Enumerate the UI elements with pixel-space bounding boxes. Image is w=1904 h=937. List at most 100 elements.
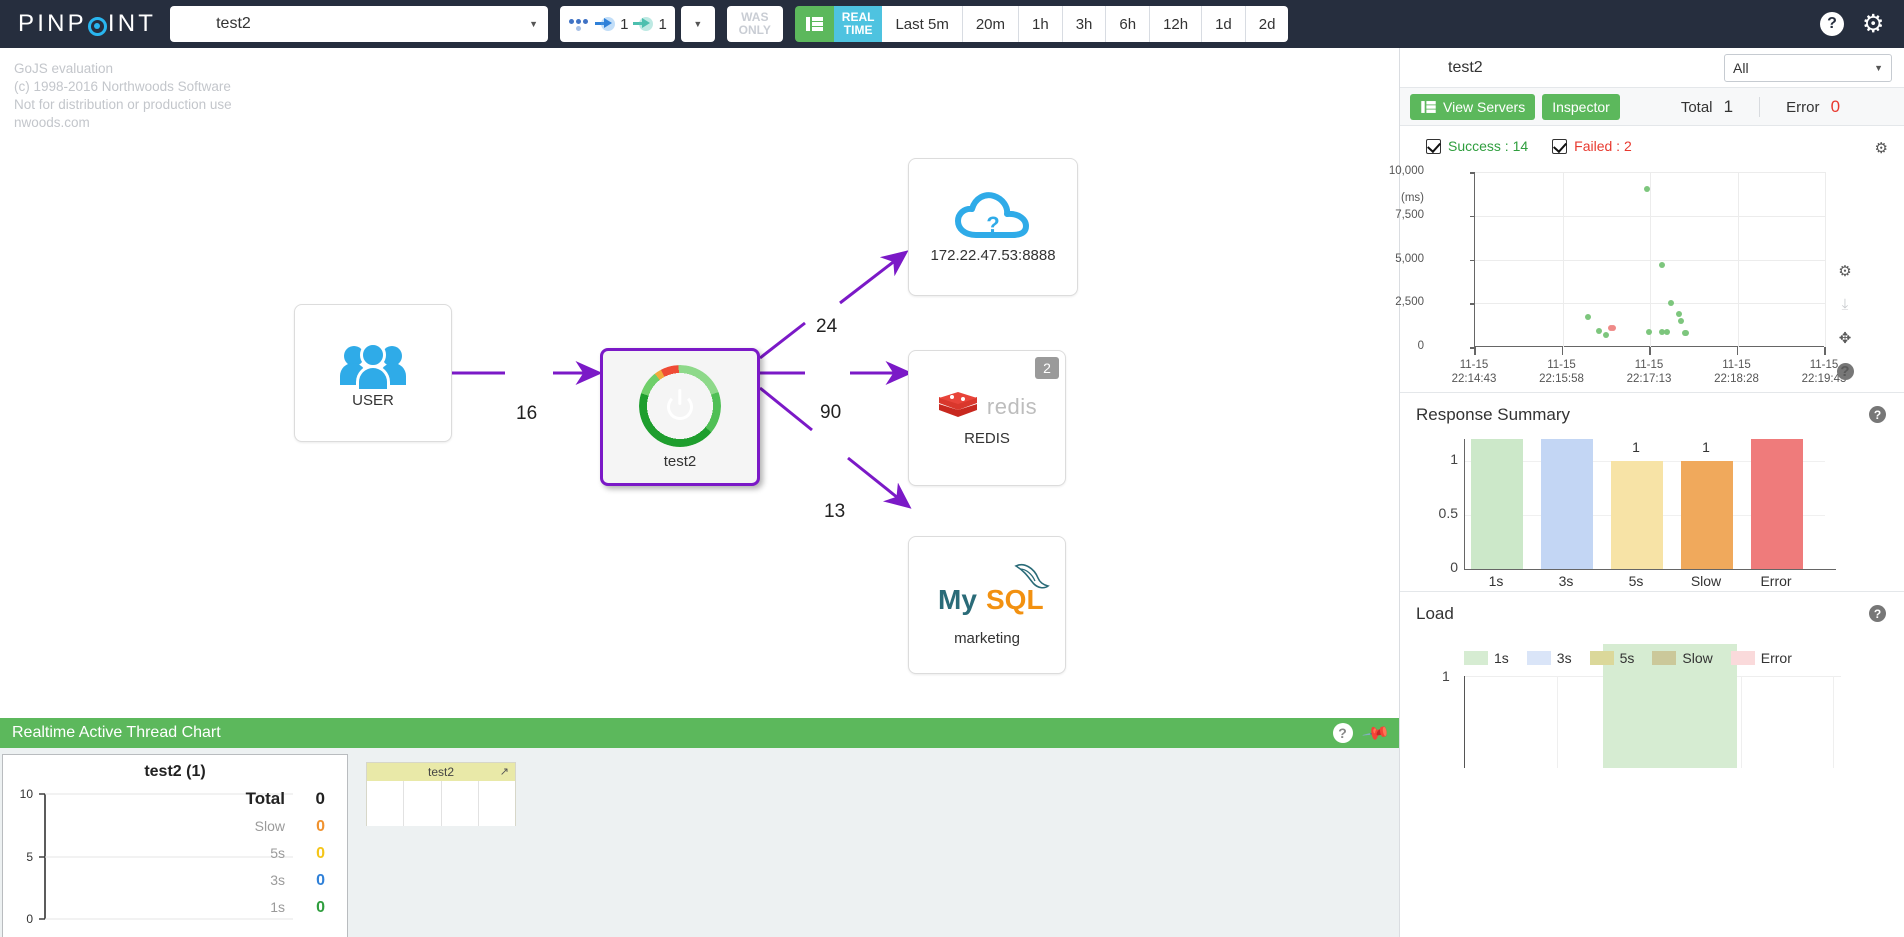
totals-group: Total 1 Error 0 [1655, 96, 1866, 117]
response-summary-y-tick: 1 [1450, 450, 1458, 467]
response-summary-bar-error[interactable] [1751, 439, 1803, 569]
springboot-hexagon-icon [180, 10, 206, 39]
response-summary-x-label: Error [1760, 573, 1792, 589]
time-range-12h[interactable]: 12h [1150, 6, 1203, 42]
thread-stat-label-3s: 3s [270, 872, 285, 888]
map-node-test2-label: test2 [663, 452, 697, 470]
brand-text-right: INT [107, 10, 157, 37]
svg-text:5: 5 [26, 850, 33, 864]
checkbox-failed-icon[interactable] [1552, 138, 1568, 154]
map-node-user[interactable]: USER [294, 304, 452, 442]
load-legend-label-5s[interactable]: 5s [1620, 650, 1635, 666]
response-summary-bar-slow[interactable] [1681, 460, 1733, 569]
load-legend-label-3s[interactable]: 3s [1557, 650, 1572, 666]
realtime-thread-panel-header: Realtime Active Thread Chart ? 📌 [0, 718, 1399, 748]
scatter-point-success[interactable] [1646, 329, 1653, 336]
node-count-dropdown-button[interactable]: ▼ [680, 6, 715, 42]
scatter-point-success[interactable] [1677, 318, 1684, 325]
thread-mini-table[interactable]: test2 ↗ [366, 762, 516, 826]
scatter-point-success[interactable] [1643, 185, 1650, 192]
time-range-1h[interactable]: 1h [1019, 6, 1063, 42]
top-navigation-bar: PINP INT test2 ▼ 1 1 ▼ WAS ONLY REAL TIM… [0, 0, 1904, 48]
scatter-gridline [1825, 172, 1826, 347]
response-summary-bar-3s[interactable] [1541, 439, 1593, 569]
scatter-point-failed[interactable] [1609, 325, 1616, 332]
scatter-point-success[interactable] [1683, 330, 1690, 337]
brand-logo[interactable]: PINP INT [0, 10, 170, 38]
realtime-button[interactable]: REAL TIME [833, 6, 883, 42]
response-summary-chart[interactable]: 1 0.5 0 1s 3s 1 5s 1 Slow Error [1400, 431, 1860, 591]
scatter-point-success[interactable] [1675, 311, 1682, 318]
outbound-arrow-icon [633, 17, 654, 31]
question-circle-icon[interactable]: ? [1869, 406, 1886, 423]
gear-icon[interactable]: ⚙ [1838, 262, 1851, 280]
gear-icon[interactable] [1862, 12, 1886, 36]
scatter-x-tick-time: 22:15:58 [1539, 373, 1584, 385]
application-selector-value: test2 [216, 15, 251, 32]
thread-stat-label-total: Total [245, 789, 285, 808]
legend-failed[interactable]: Failed : 2 [1552, 138, 1632, 154]
grid-view-button[interactable] [794, 6, 834, 42]
map-node-unknown-label: 172.22.47.53:8888 [930, 246, 1056, 264]
load-y-tick: 1 [1442, 668, 1450, 684]
springboot-hexagon-icon [1412, 54, 1436, 81]
scatter-point-success[interactable] [1603, 331, 1610, 338]
help-icon[interactable]: ? [1820, 12, 1844, 36]
users-icon [340, 338, 406, 389]
scatter-x-tick-date: 11-15 [1547, 359, 1576, 371]
application-selector[interactable]: test2 ▼ [170, 6, 549, 42]
thread-mini-cell [479, 781, 515, 826]
time-range-2d[interactable]: 2d [1245, 6, 1289, 42]
response-scatter-chart[interactable]: 10,000 7,500 5,000 2,500 0 (ms) 11-15 22:14:43 1… [1389, 162, 1860, 392]
gear-icon[interactable]: ⚙ [1875, 139, 1888, 157]
time-range-20m[interactable]: 20m [962, 6, 1019, 42]
realtime-thread-panel-actions: ? 📌 [1332, 718, 1391, 747]
download-icon[interactable]: ⤓ [1842, 296, 1849, 313]
springboot-gauge-icon [639, 364, 721, 447]
load-chart[interactable]: 1s 3s 5s Slow Error 1 [1400, 628, 1860, 768]
thread-stat-label-1s: 1s [270, 899, 285, 915]
scatter-x-tick: 11-15 22:15:58 [1522, 358, 1602, 386]
pin-icon[interactable]: 📌 [1361, 718, 1391, 748]
response-summary-bar-1s[interactable] [1471, 439, 1523, 569]
time-range-3h[interactable]: 3h [1062, 6, 1107, 42]
view-servers-button[interactable]: View Servers [1410, 93, 1536, 120]
node-count-indicator[interactable]: 1 1 [560, 6, 675, 42]
checkbox-success-icon[interactable] [1426, 138, 1441, 154]
map-node-mysql-label: marketing [954, 629, 1020, 647]
inspector-button[interactable]: Inspector [1542, 93, 1620, 120]
error-cell: Error 0 [1760, 97, 1866, 117]
scatter-gridline [1737, 172, 1739, 347]
external-link-icon[interactable]: ↗ [500, 765, 509, 778]
scatter-point-success[interactable] [1596, 327, 1603, 334]
time-range-1d[interactable]: 1d [1202, 6, 1246, 42]
was-only-toggle[interactable]: WAS ONLY [726, 6, 783, 42]
grid-icon [1421, 100, 1436, 113]
realtime-thread-panel-body: test2 (1) 10 5 0 Total 0 Slow 0 5s 0 3s … [0, 748, 1399, 937]
map-node-redis[interactable]: 2 redis REDIS [908, 350, 1066, 486]
scatter-point-success[interactable] [1663, 328, 1670, 335]
scatter-point-success[interactable] [1668, 299, 1674, 306]
load-legend-label-1s[interactable]: 1s [1494, 650, 1509, 666]
map-node-mysql[interactable]: My SQL marketing [908, 536, 1066, 674]
map-node-test2[interactable]: test2 [600, 348, 760, 486]
load-legend-label-error[interactable]: Error [1761, 650, 1792, 666]
map-node-unknown[interactable]: ? 172.22.47.53:8888 [908, 158, 1078, 296]
thread-chart-card[interactable]: test2 (1) 10 5 0 Total 0 Slow 0 5s 0 3s … [2, 754, 348, 937]
time-range-last5m[interactable]: Last 5m [882, 6, 963, 42]
expand-icon[interactable]: ✥ [1839, 329, 1852, 347]
side-panel-app-name: test2 [1448, 58, 1483, 76]
scatter-point-success[interactable] [1584, 314, 1591, 321]
redis-logo-icon: redis [937, 390, 1037, 424]
realtime-thread-panel-title: Realtime Active Thread Chart [12, 724, 221, 741]
question-circle-icon[interactable]: ? [1869, 605, 1886, 622]
response-summary-bar-5s[interactable] [1611, 460, 1663, 569]
load-legend-label-slow[interactable]: Slow [1682, 650, 1712, 666]
time-range-6h[interactable]: 6h [1106, 6, 1151, 42]
question-circle-icon[interactable]: ? [1332, 723, 1353, 743]
scatter-y-tick: 0 [1417, 340, 1424, 352]
question-circle-icon[interactable]: ? [1836, 363, 1854, 380]
scatter-point-success[interactable] [1658, 261, 1665, 268]
agent-filter-select[interactable]: All ▼ [1724, 53, 1892, 82]
legend-success[interactable]: Success : 14 [1426, 138, 1528, 154]
